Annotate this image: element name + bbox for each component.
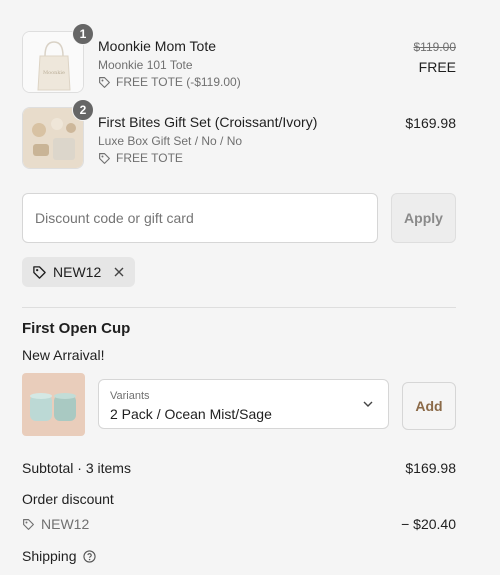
tag-icon: [33, 265, 46, 279]
applied-discount-code: NEW12: [53, 264, 102, 280]
quantity-badge: 2: [72, 99, 94, 121]
svg-text:Moonkie: Moonkie: [43, 70, 65, 76]
upsell-title: First Open Cup: [22, 320, 131, 337]
item-discount: FREE TOTE (-$119.00): [98, 75, 241, 89]
product-thumbnail-tote: Moonkie 1: [22, 23, 94, 93]
item-variant: Luxe Box Gift Set / No / No: [98, 134, 243, 148]
item-price-block: $119.00 FREE: [414, 40, 457, 75]
item-title: First Bites Gift Set (Croissant/Ivory): [98, 114, 318, 130]
tag-icon: [23, 518, 34, 530]
item-discount-label: FREE TOTE (-$119.00): [116, 75, 241, 89]
variant-select-value: 2 Pack / Ocean Mist/Sage: [110, 406, 272, 422]
chevron-down-icon: [363, 401, 373, 407]
order-discount-code-label: NEW12: [41, 516, 90, 532]
item-price: FREE: [418, 59, 456, 75]
applied-discount-chip: NEW12: [22, 257, 136, 287]
subtotal-label: Subtotal · 3 items: [22, 460, 131, 476]
upsell-subtitle: New Arraival!: [22, 347, 105, 363]
quantity-badge: 1: [72, 23, 94, 45]
item-discount-label: FREE TOTE: [116, 151, 183, 165]
discount-code-input[interactable]: [22, 193, 378, 243]
item-original-price: $119.00: [413, 40, 457, 54]
variant-select-label: Variants: [110, 390, 150, 402]
variant-select[interactable]: Variants 2 Pack / Ocean Mist/Sage: [98, 379, 389, 429]
item-title: Moonkie Mom Tote: [98, 38, 217, 54]
tag-icon: [99, 152, 110, 164]
item-discount: FREE TOTE: [98, 151, 183, 165]
remove-discount-icon[interactable]: [113, 266, 125, 278]
item-price: $169.98: [405, 115, 456, 131]
product-thumbnail-gift-set: 2: [22, 99, 94, 169]
shipping-label: Shipping: [22, 548, 77, 564]
order-discount-label: Order discount: [22, 491, 114, 507]
item-variant: Moonkie 101 Tote: [98, 58, 193, 72]
add-upsell-button[interactable]: Add: [402, 382, 456, 430]
tag-icon: [99, 76, 110, 88]
help-icon[interactable]: [82, 549, 96, 563]
shipping-row: Shipping: [22, 548, 96, 564]
subtotal-value: $169.98: [405, 460, 456, 476]
divider: [22, 307, 456, 308]
apply-discount-button[interactable]: Apply: [391, 193, 456, 243]
upsell-product-image: [22, 373, 85, 436]
order-discount-code: NEW12: [22, 516, 89, 532]
order-discount-value: − $20.40: [401, 516, 456, 532]
